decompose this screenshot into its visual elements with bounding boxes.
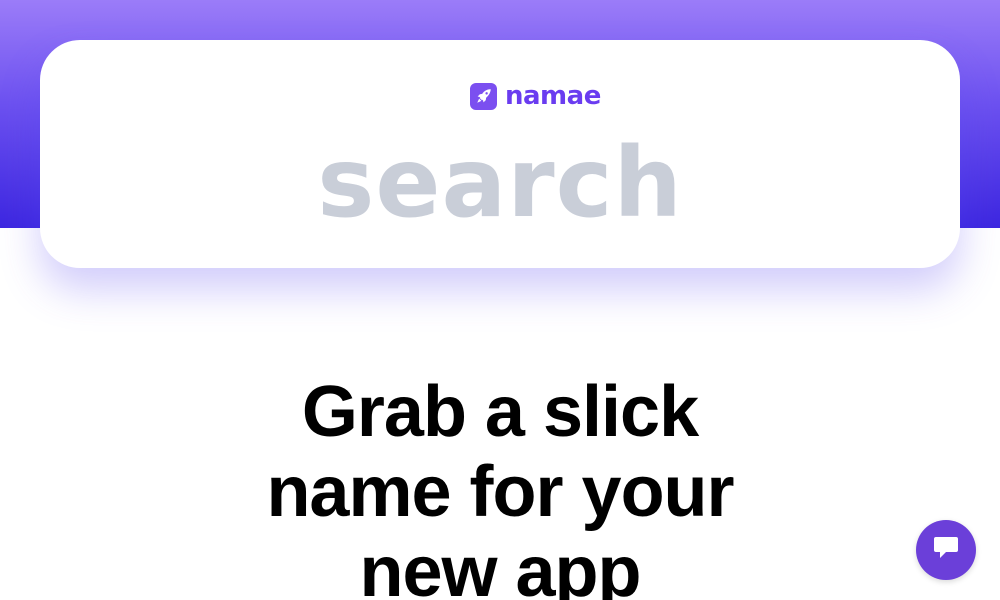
headline-line-1: Grab a slick — [301, 372, 699, 452]
search-input[interactable] — [80, 128, 920, 238]
headline-line-2: name for your — [266, 452, 734, 532]
headline-line-3: new app — [359, 532, 641, 600]
hero-headline: Grab a slick name for your new app — [0, 372, 1000, 600]
chat-bubble-icon — [932, 535, 960, 566]
brand-name: namae — [505, 81, 601, 111]
brand-logo-link[interactable]: namae — [470, 82, 601, 110]
rocket-icon — [470, 82, 497, 110]
search-card: namae — [40, 40, 960, 268]
page: namae Grab a slick name for your new app — [0, 0, 1000, 600]
chat-button[interactable] — [916, 520, 976, 580]
